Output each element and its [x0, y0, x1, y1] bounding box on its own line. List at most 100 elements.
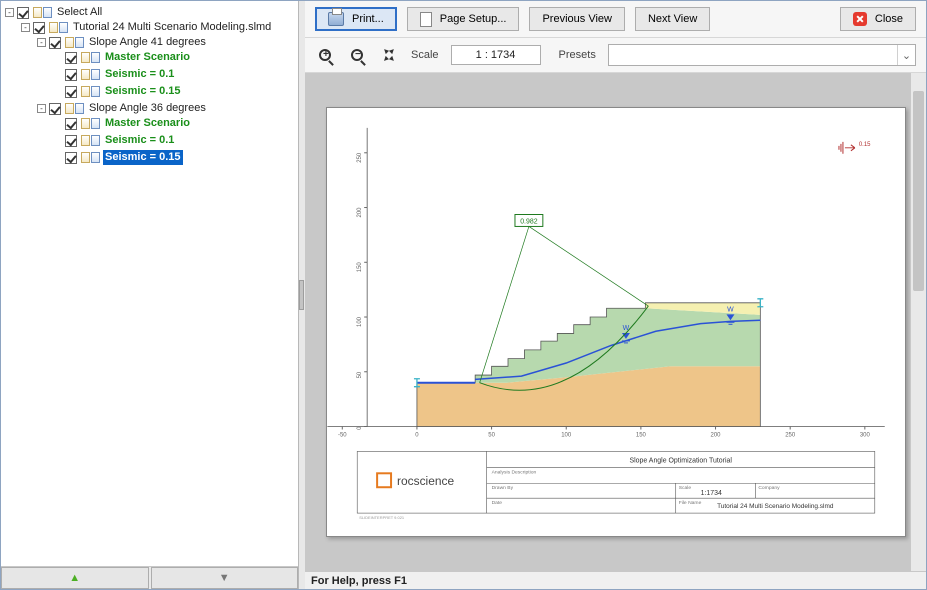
tree-item[interactable]: Seismic = 0.1 [53, 133, 176, 148]
svg-text:W: W [727, 306, 734, 313]
tree-item[interactable]: Seismic = 0.15 [53, 84, 183, 99]
doc-icon [49, 22, 58, 33]
splitter-grip-icon[interactable] [299, 280, 304, 310]
svg-text:Analysis Description: Analysis Description [491, 469, 536, 475]
print-button[interactable]: Print... [315, 7, 397, 31]
svg-text:Tutorial 24 Multi Scenario Mod: Tutorial 24 Multi Scenario Modeling.slmd [717, 503, 834, 510]
tree-file[interactable]: - Tutorial 24 Multi Scenario Modeling.sl… [21, 20, 273, 35]
status-text: For Help, press F1 [311, 575, 407, 587]
zoom-out-icon: − [351, 49, 363, 61]
doc-icon [81, 69, 90, 80]
page-icon [420, 12, 432, 27]
checkbox[interactable] [65, 135, 77, 147]
svg-text:0: 0 [415, 432, 419, 438]
tree-root[interactable]: - Select All [5, 5, 104, 20]
slope-diagram: -50050100150200250300 050100150200250 WW… [327, 108, 905, 536]
doc-icon [81, 52, 90, 63]
zoom-toolbar: + − ▲▲▲▲ Scale 1 : 1734 Presets ⌄ [305, 38, 926, 73]
doc-icon [75, 103, 84, 114]
next-view-button[interactable]: Next View [635, 7, 710, 31]
tree-label[interactable]: Tutorial 24 Multi Scenario Modeling.slmd [71, 20, 273, 35]
tree-label[interactable]: Slope Angle 41 degrees [87, 35, 208, 50]
doc-icon [91, 152, 100, 163]
presets-dropdown[interactable]: ⌄ [608, 44, 916, 66]
tree-label[interactable]: Master Scenario [103, 116, 192, 131]
tree-label[interactable]: Seismic = 0.15 [103, 150, 183, 165]
doc-icon [81, 118, 90, 129]
expander-icon[interactable]: - [37, 104, 46, 113]
checkbox[interactable] [49, 37, 61, 49]
doc-icon [91, 69, 100, 80]
previous-view-button[interactable]: Previous View [529, 7, 625, 31]
tree-label[interactable]: Seismic = 0.15 [103, 84, 183, 99]
svg-text:Company: Company [758, 485, 780, 491]
checkbox[interactable] [65, 69, 77, 81]
svg-text:Date: Date [491, 500, 502, 506]
doc-icon [81, 152, 90, 163]
page-setup-button[interactable]: Page Setup... [407, 7, 520, 31]
zoom-in-icon: + [319, 49, 331, 61]
checkbox[interactable] [17, 7, 29, 19]
tree-item[interactable]: Seismic = 0.1 [53, 67, 176, 82]
tree-item[interactable]: Master Scenario [53, 116, 192, 131]
zoom-out-button[interactable]: − [347, 45, 367, 65]
vertical-scrollbar[interactable] [910, 73, 926, 571]
tree-group[interactable]: - Slope Angle 41 degrees [37, 35, 208, 50]
checkbox[interactable] [65, 118, 77, 130]
svg-text:100: 100 [561, 432, 572, 438]
close-button[interactable]: Close [840, 7, 916, 31]
chevron-down-icon[interactable]: ⌄ [897, 45, 915, 65]
checkbox[interactable] [33, 22, 45, 34]
scrollbar-thumb[interactable] [913, 91, 924, 291]
tree-group[interactable]: - Slope Angle 36 degrees [37, 101, 208, 116]
doc-icon [65, 37, 74, 48]
svg-text:50: 50 [488, 432, 495, 438]
doc-icon [91, 135, 100, 146]
svg-text:250: 250 [785, 432, 796, 438]
presets-label: Presets [559, 49, 596, 61]
tree-label[interactable]: Master Scenario [103, 50, 192, 65]
move-down-button[interactable]: ▼ [151, 567, 299, 589]
scale-label: Scale [411, 49, 439, 61]
tree-label[interactable]: Select All [55, 5, 104, 20]
checkbox[interactable] [65, 152, 77, 164]
doc-icon [43, 7, 52, 18]
scenario-tree[interactable]: - Select All - Tutorial 24 Multi Scenari… [1, 1, 298, 566]
svg-text:Scale: Scale [678, 485, 691, 491]
svg-text:0.982: 0.982 [520, 218, 538, 225]
tree-label[interactable]: Seismic = 0.1 [103, 133, 176, 148]
checkbox[interactable] [65, 52, 77, 64]
scale-input[interactable]: 1 : 1734 [451, 45, 541, 65]
svg-text:1:1734: 1:1734 [700, 490, 721, 497]
move-up-button[interactable]: ▲ [1, 567, 149, 589]
fit-icon: ▲▲▲▲ [382, 48, 396, 62]
close-icon [853, 12, 867, 26]
print-icon [328, 12, 344, 26]
expander-icon[interactable]: - [5, 8, 14, 17]
main-toolbar: Print... Page Setup... Previous View Nex… [305, 1, 926, 38]
tree-label[interactable]: Seismic = 0.1 [103, 67, 176, 82]
print-preview[interactable]: -50050100150200250300 050100150200250 WW… [305, 73, 926, 571]
chevron-up-icon: ▲ [69, 572, 80, 584]
doc-icon [59, 22, 68, 33]
svg-text:-50: -50 [337, 432, 346, 438]
svg-text:0.15: 0.15 [858, 142, 870, 148]
expander-icon[interactable]: - [21, 23, 30, 32]
zoom-extents-button[interactable]: ▲▲▲▲ [379, 45, 399, 65]
checkbox[interactable] [49, 103, 61, 115]
zoom-in-button[interactable]: + [315, 45, 335, 65]
svg-text:150: 150 [357, 262, 363, 273]
button-label: Next View [648, 13, 697, 25]
svg-text:SLIDEINTERPRET 9.021: SLIDEINTERPRET 9.021 [359, 515, 405, 520]
svg-text:Slope Angle Optimization Tutor: Slope Angle Optimization Tutorial [629, 457, 732, 464]
tree-item[interactable]: Seismic = 0.15 [53, 150, 183, 165]
svg-text:150: 150 [635, 432, 646, 438]
doc-icon [81, 86, 90, 97]
checkbox[interactable] [65, 86, 77, 98]
doc-icon [81, 135, 90, 146]
svg-text:Drawn By: Drawn By [491, 485, 513, 491]
doc-icon [65, 103, 74, 114]
tree-item[interactable]: Master Scenario [53, 50, 192, 65]
expander-icon[interactable]: - [37, 38, 46, 47]
tree-label[interactable]: Slope Angle 36 degrees [87, 101, 208, 116]
